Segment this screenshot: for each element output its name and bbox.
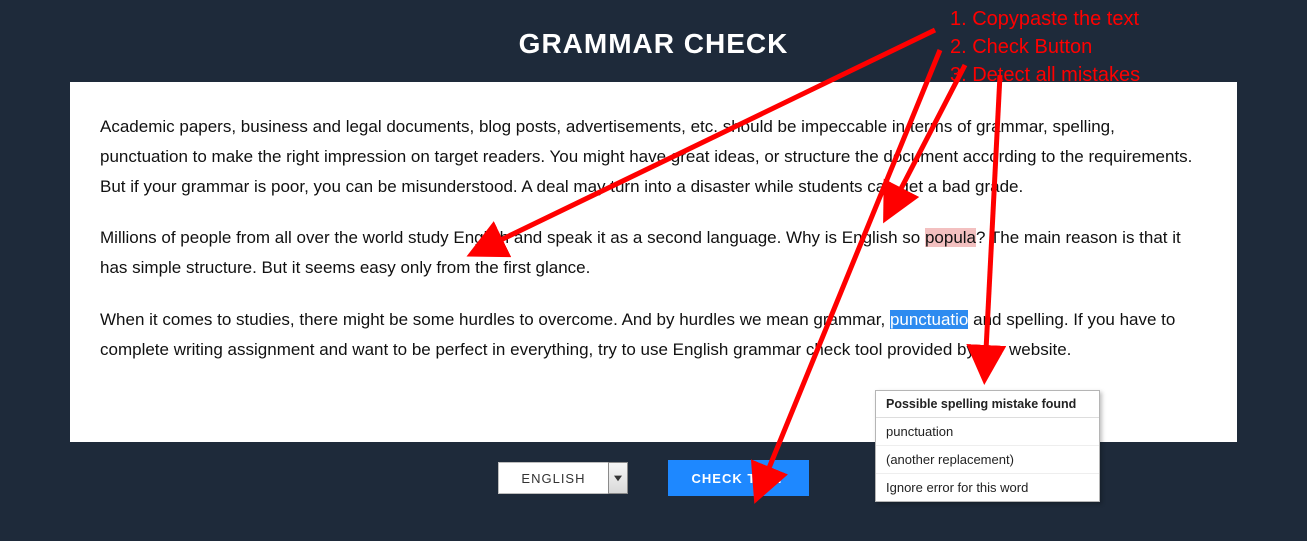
check-text-button[interactable]: CHECK TEXT	[668, 460, 809, 496]
language-dropdown-button[interactable]	[608, 462, 628, 494]
p2-part-a: Millions of people from all over the wor…	[100, 228, 925, 247]
chevron-down-icon	[614, 474, 622, 482]
editor-panel[interactable]: Academic papers, business and legal docu…	[70, 82, 1237, 442]
paragraph-1: Academic papers, business and legal docu…	[100, 112, 1207, 201]
editor-text[interactable]: Academic papers, business and legal docu…	[100, 112, 1207, 364]
language-selected: ENGLISH	[498, 462, 607, 494]
controls-bar: ENGLISH CHECK TEXT	[0, 460, 1307, 496]
popup-title: Possible spelling mistake found	[876, 391, 1099, 418]
error-popula[interactable]: popula	[925, 228, 976, 247]
paragraph-3: When it comes to studies, there might be…	[100, 305, 1207, 365]
p3-part-a: When it comes to studies, there might be…	[100, 310, 890, 329]
popup-item-another[interactable]: (another replacement)	[876, 446, 1099, 474]
page-title: GRAMMAR CHECK	[0, 0, 1307, 82]
popup-item-ignore[interactable]: Ignore error for this word	[876, 474, 1099, 501]
language-select[interactable]: ENGLISH	[498, 462, 627, 494]
popup-item-suggestion[interactable]: punctuation	[876, 418, 1099, 446]
paragraph-2: Millions of people from all over the wor…	[100, 223, 1207, 283]
error-punctuatio[interactable]: punctuatio	[890, 310, 968, 329]
suggestion-popup: Possible spelling mistake found punctuat…	[875, 390, 1100, 502]
